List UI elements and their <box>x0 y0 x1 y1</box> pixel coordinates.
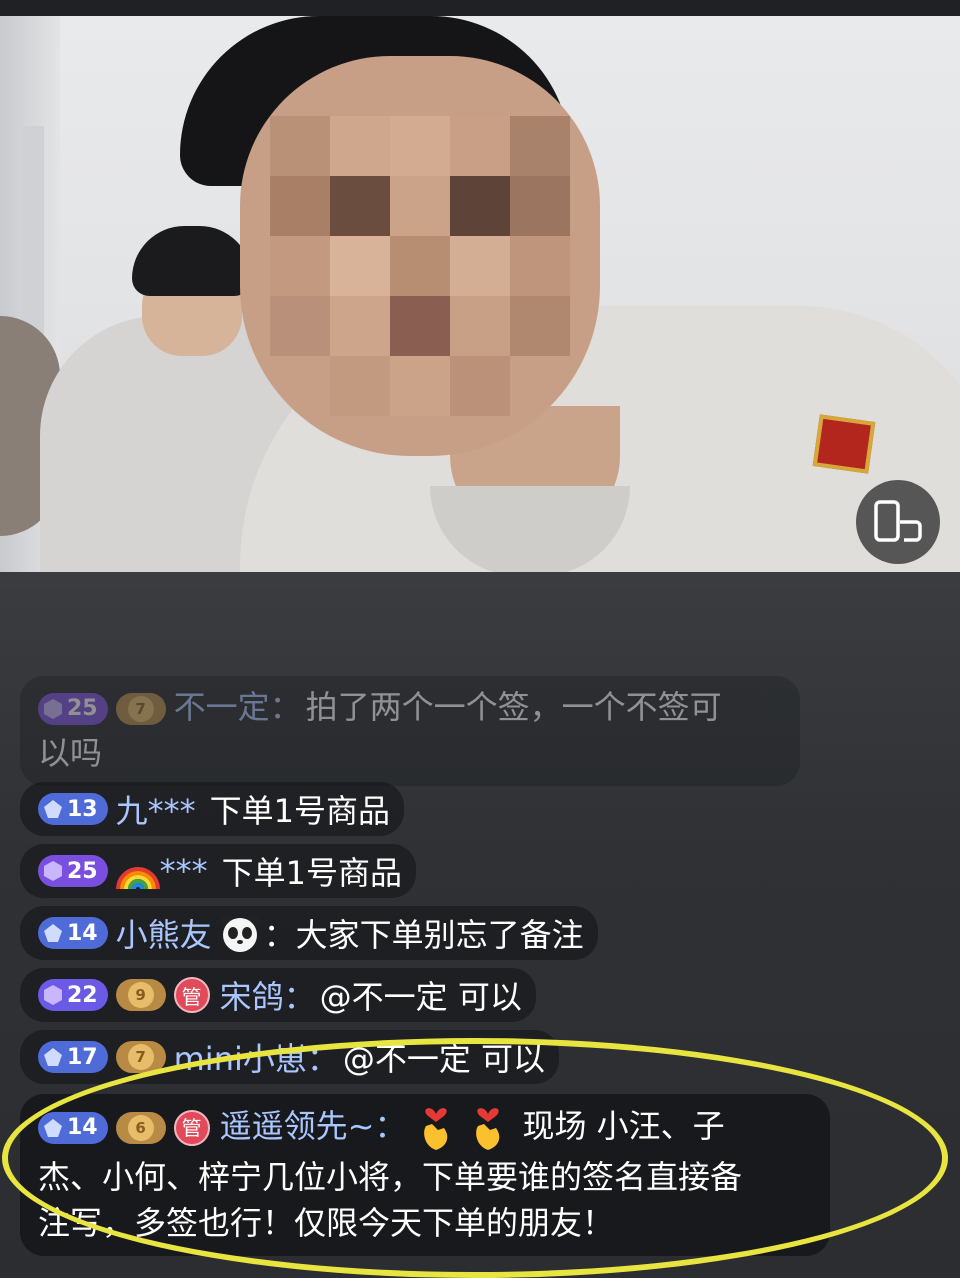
chat-text: @不一定 可以 <box>319 978 522 1016</box>
live-video[interactable] <box>0 16 960 572</box>
host-face-pixelated <box>240 56 600 456</box>
level-gem-icon <box>44 1048 62 1066</box>
chat-text: 下单1号商品 <box>221 854 402 892</box>
user-level-badge: 13 <box>38 793 108 825</box>
fan-club-badge: 7 <box>115 1041 166 1073</box>
chat-text: 注写，多签也行！仅限今天下单的朋友！ <box>38 1204 615 1242</box>
level-gem-icon <box>44 924 62 942</box>
chat-text: 下单1号商品 <box>209 792 391 830</box>
fan-club-badge: 6 <box>115 1112 166 1144</box>
level-gem-icon <box>44 861 62 881</box>
finger-heart-emoji <box>424 1108 448 1150</box>
chat-separator: ： <box>263 916 296 954</box>
level-gem-icon <box>44 985 62 1005</box>
chat-username[interactable]: 遥遥领先~： <box>220 1107 407 1145</box>
chat-username[interactable]: 小熊友 <box>116 910 212 956</box>
chat-text: 现场 小汪、子 <box>522 1107 725 1145</box>
chat-text: 拍了两个一个签，一个不签可 <box>305 688 722 726</box>
screen-orientation-icon <box>874 500 922 542</box>
level-gem-icon <box>44 1119 62 1137</box>
chat-text: 大家下单别忘了备注 <box>295 916 584 954</box>
user-level-badge: 14 <box>38 917 108 949</box>
chat-text: @不一定 可以 <box>342 1040 546 1078</box>
chat-username[interactable]: 宋鸽： <box>220 972 316 1018</box>
user-level-badge: 25 <box>38 693 108 725</box>
level-gem-icon <box>44 800 62 818</box>
chat-text: 以吗 <box>38 734 103 772</box>
user-level-badge: 22 <box>38 979 108 1011</box>
shirt-patch <box>812 414 876 474</box>
chat-username[interactable]: *** <box>160 852 208 890</box>
admin-badge: 管 <box>173 977 210 1013</box>
level-gem-icon <box>44 699 62 719</box>
user-level-badge: 14 <box>38 1112 108 1144</box>
chat-message[interactable]: 22 9 管宋鸽： @不一定 可以 <box>20 968 536 1022</box>
chat-message[interactable]: 25 7 不一定： 拍了两个一个签，一个不签可以吗 <box>20 676 800 786</box>
chat-message[interactable]: 14 6 管遥遥领先~： 现场 小汪、子杰、小何、梓宁几位小将，下单要谁的签名直接… <box>20 1094 830 1256</box>
screen-orientation-button[interactable] <box>856 480 940 564</box>
admin-badge: 管 <box>173 1110 210 1146</box>
chat-text: 杰、小何、梓宁几位小将，下单要谁的签名直接备 <box>38 1158 743 1196</box>
fan-club-badge: 9 <box>115 979 166 1011</box>
chat-message[interactable]: 13 九*** 下单1号商品 <box>20 782 405 836</box>
status-bar <box>0 0 960 16</box>
chat-message[interactable]: 17 7 mini小崽： @不一定 可以 <box>20 1030 560 1084</box>
chat-message[interactable]: 14 小熊友 ：大家下单别忘了备注 <box>20 906 598 960</box>
chat-username[interactable]: 不一定： <box>174 688 302 726</box>
fan-club-badge: 7 <box>115 693 166 725</box>
chat-username[interactable]: mini小崽： <box>174 1034 339 1080</box>
panda-emoji <box>219 914 260 952</box>
user-level-badge: 25 <box>38 855 108 887</box>
finger-heart-emoji <box>476 1108 500 1150</box>
chat-message[interactable]: 25 *** 下单1号商品 <box>20 844 416 898</box>
rainbow-emoji <box>115 867 160 890</box>
chat-username[interactable]: 九*** <box>116 786 196 832</box>
user-level-badge: 17 <box>38 1041 108 1073</box>
background-person-hair <box>132 226 252 296</box>
